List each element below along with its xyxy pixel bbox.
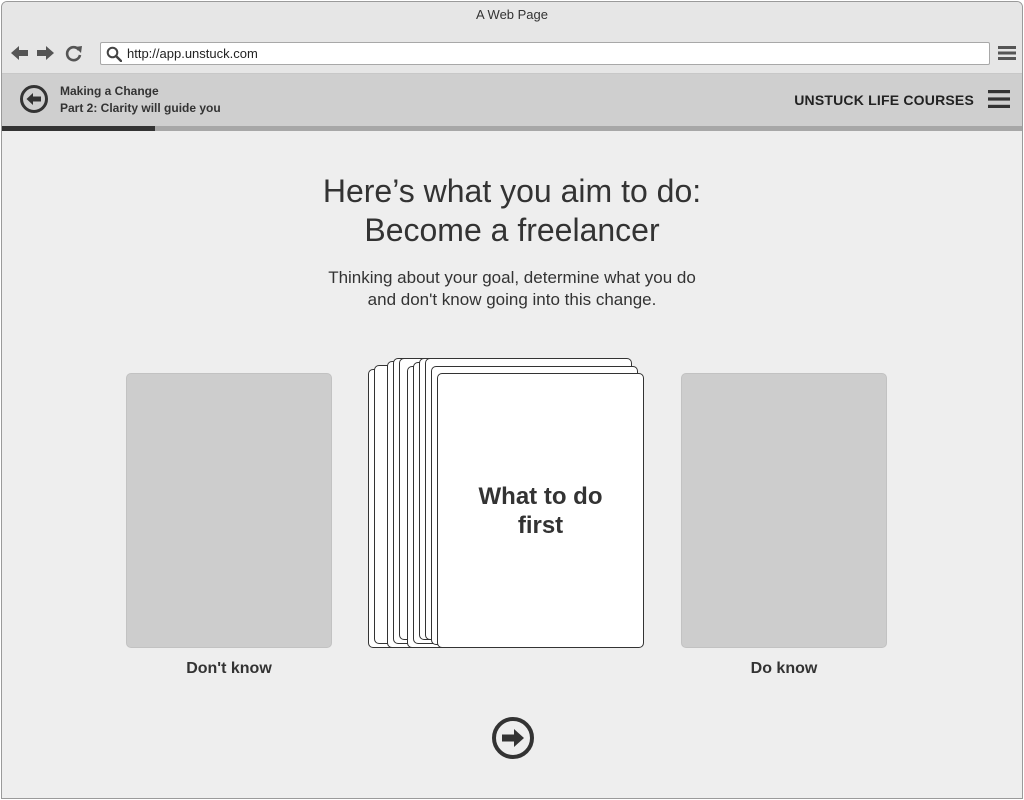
brand-name: UNSTUCK LIFE COURSES	[794, 92, 974, 108]
circle-arrow-left-icon	[20, 85, 48, 113]
breadcrumb-title: Making a Change	[60, 84, 159, 98]
instruction-line-2: and don't know going into this change.	[367, 290, 657, 309]
browser-menu-button[interactable]	[998, 45, 1016, 61]
top-card-text: What to do first	[478, 482, 603, 539]
instruction-text: Thinking about your goal, determine what…	[302, 267, 722, 311]
instruction-line-1: Thinking about your goal, determine what…	[328, 268, 696, 287]
dont-know-label: Don't know	[186, 660, 272, 677]
browser-window: A Web Page http://app.unstuck.com Making…	[1, 1, 1023, 799]
course-progress-bar	[2, 126, 1022, 131]
app-header: Making a Change Part 2: Clarity will gui…	[2, 74, 1022, 126]
window-title: A Web Page	[2, 2, 1022, 32]
url-input[interactable]	[127, 45, 977, 62]
arrow-right-icon	[37, 46, 54, 60]
next-button[interactable]	[491, 716, 535, 760]
hamburger-icon	[998, 46, 1016, 60]
search-icon	[106, 46, 122, 62]
arrow-left-icon	[11, 46, 28, 60]
hamburger-icon	[988, 90, 1010, 108]
page-title: Here’s what you aim to do: Become a free…	[262, 172, 762, 250]
forward-button[interactable]	[35, 44, 55, 62]
do-know-drop-zone[interactable]	[681, 373, 887, 648]
top-card-what-to-do-first[interactable]: What to do first	[437, 373, 644, 648]
breadcrumb-subtitle: Part 2: Clarity will guide you	[60, 101, 221, 115]
reload-icon	[65, 45, 82, 62]
back-button[interactable]	[10, 44, 30, 62]
page-title-line-2: Become a freelancer	[364, 212, 660, 248]
reload-button[interactable]	[64, 44, 84, 62]
browser-toolbar	[2, 32, 1022, 74]
address-bar[interactable]	[100, 42, 990, 65]
do-know-label: Do know	[750, 660, 818, 677]
app-back-button[interactable]	[19, 84, 49, 114]
circle-arrow-right-icon	[492, 717, 534, 759]
app-menu-button[interactable]	[988, 89, 1010, 109]
course-progress-fill	[2, 126, 155, 131]
page-title-line-1: Here’s what you aim to do:	[322, 173, 702, 209]
dont-know-drop-zone[interactable]	[126, 373, 332, 648]
